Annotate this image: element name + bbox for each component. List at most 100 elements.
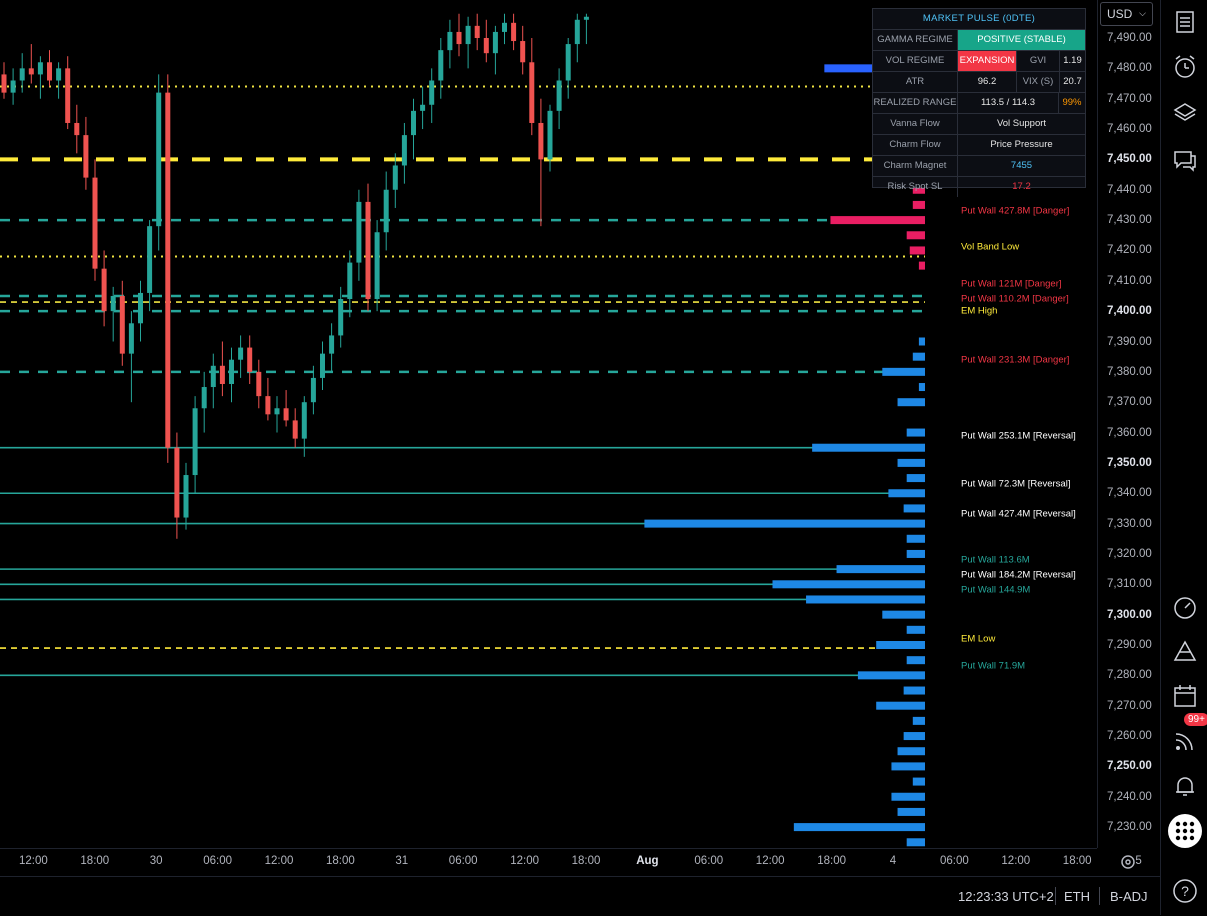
candle-body — [1, 74, 7, 93]
volume-profile-bar — [909, 246, 925, 255]
vanna-flow-value: Vol Support — [957, 114, 1085, 134]
candle-body — [156, 92, 162, 227]
volume-profile-bar — [897, 458, 925, 467]
candle-body — [183, 475, 189, 518]
price-tick-label: 7,260.00 — [1107, 730, 1152, 743]
volume-profile-bar — [836, 565, 925, 574]
risk-spot-row: Risk Spot SL 17.2 — [873, 176, 1085, 197]
candle-body — [283, 408, 289, 421]
price-tick-label: 7,340.00 — [1107, 487, 1152, 500]
layers-icon[interactable] — [1166, 94, 1204, 132]
candle-body — [74, 122, 80, 136]
candle-body — [392, 165, 398, 190]
candle-body — [128, 323, 134, 354]
time-tick-label: 06:00 — [940, 855, 969, 867]
candle-body — [574, 19, 580, 45]
volume-profile-bar — [882, 610, 925, 619]
candle-body — [411, 110, 416, 136]
volume-profile-bar — [912, 352, 925, 361]
session-button[interactable]: ETH — [1064, 889, 1090, 904]
wall-label: Put Wall 427.8M [Danger] — [961, 205, 1070, 217]
volume-profile-bar — [903, 732, 925, 741]
pyramid-icon[interactable] — [1166, 633, 1204, 671]
gvi-label: GVI — [1016, 51, 1059, 71]
candle-body — [174, 447, 180, 518]
volume-profile-bar — [897, 398, 925, 407]
price-tick-label: 7,330.00 — [1107, 517, 1152, 530]
candle-body — [474, 25, 480, 38]
candle-body — [83, 135, 89, 178]
gamma-regime-row: GAMMA REGIME POSITIVE (STABLE) — [873, 29, 1085, 50]
price-tick-label: 7,320.00 — [1107, 547, 1152, 560]
volume-profile-bar — [897, 747, 925, 756]
volume-profile-bar — [876, 641, 925, 649]
candle-body — [292, 420, 298, 439]
alarm-clock-icon[interactable] — [1166, 48, 1204, 86]
vanna-flow-label: Vanna Flow — [890, 118, 940, 129]
candle-body — [28, 68, 34, 75]
volume-profile-bar — [644, 519, 925, 528]
charm-magnet-row: Charm Magnet 7455 — [873, 155, 1085, 176]
volume-profile-bar — [891, 792, 925, 801]
speedometer-icon[interactable] — [1166, 589, 1204, 627]
time-tick-label: 12:00 — [19, 855, 48, 867]
adjustment-button[interactable]: B-ADJ — [1110, 889, 1148, 904]
calendar-icon[interactable] — [1166, 677, 1204, 715]
help-icon[interactable]: ? — [1166, 872, 1204, 910]
wall-label: Put Wall 71.9M — [961, 660, 1026, 672]
price-tick-label: 7,420.00 — [1107, 244, 1152, 257]
wall-label: Put Wall 113.6M — [961, 554, 1030, 566]
time-tick-label: 06:00 — [203, 855, 232, 867]
vix-label: VIX (S) — [1016, 72, 1059, 92]
candle-body — [492, 31, 498, 54]
volume-profile-bar — [918, 261, 925, 270]
candle-body — [256, 371, 262, 397]
volume-profile-bar — [912, 777, 925, 786]
volume-profile-bar — [897, 807, 925, 816]
candle-body — [374, 232, 380, 300]
candle-body — [320, 353, 325, 378]
charm-magnet-value: 7455 — [957, 156, 1085, 176]
gamma-regime-value: POSITIVE (STABLE) — [957, 30, 1085, 50]
candle-body — [456, 31, 462, 45]
candle-body — [192, 408, 198, 476]
volume-profile-bar — [888, 489, 925, 498]
apps-grid-icon[interactable] — [1166, 812, 1204, 850]
volume-profile-bar — [906, 656, 925, 665]
chart-area[interactable]: MARKET PULSE (0DTE) GAMMA REGIME POSITIV… — [0, 0, 1097, 848]
volume-profile-bar — [891, 762, 925, 771]
time-tick-label: 18:00 — [571, 855, 601, 867]
price-tick-label: 7,290.00 — [1107, 639, 1152, 651]
candle-body — [119, 295, 125, 354]
gear-icon[interactable] — [1119, 853, 1137, 871]
candle-body — [201, 387, 207, 409]
volume-profile-bar — [912, 200, 925, 209]
clock-time[interactable]: 12:23:33 UTC+2 — [958, 889, 1054, 904]
time-axis[interactable]: 12:00 18:00 30 06:00 12:00 18:00 31 06:00 12:00 1… — [0, 848, 1142, 877]
volume-profile-bar — [830, 216, 925, 225]
vanna-flow-row: Vanna Flow Vol Support — [873, 113, 1085, 134]
candle-body — [229, 359, 234, 384]
chat-icon[interactable] — [1166, 141, 1204, 179]
risk-spot-value: 17.2 — [957, 177, 1085, 197]
candle-body — [47, 62, 52, 81]
price-axis[interactable]: 7,490.00 7,480.00 7,470.00 7,460.00 7,450.00… — [1097, 0, 1161, 848]
time-tick-label: 12:00 — [755, 855, 785, 867]
price-tick-label: 7,310.00 — [1107, 578, 1152, 591]
candle-body — [538, 122, 544, 160]
price-tick-label: 7,250.00 — [1107, 760, 1152, 773]
market-pulse-panel: MARKET PULSE (0DTE) GAMMA REGIME POSITIV… — [872, 8, 1086, 197]
volume-profile-bar — [772, 580, 925, 589]
candle-body — [19, 68, 25, 81]
realized-range-pct: 99% — [1058, 93, 1085, 113]
candle-body — [65, 68, 71, 123]
price-tick-label: 7,390.00 — [1107, 335, 1152, 348]
watchlist-icon[interactable] — [1166, 3, 1204, 41]
bell-icon[interactable] — [1166, 767, 1204, 805]
volume-profile-bar — [918, 383, 925, 392]
currency-select[interactable]: USD ⌵ — [1100, 2, 1153, 26]
candle-body — [383, 189, 389, 233]
risk-spot-label: Risk Spot SL — [887, 181, 943, 192]
news-feed-icon[interactable]: 99+ — [1166, 713, 1207, 760]
market-pulse-title: MARKET PULSE (0DTE) — [922, 13, 1036, 24]
